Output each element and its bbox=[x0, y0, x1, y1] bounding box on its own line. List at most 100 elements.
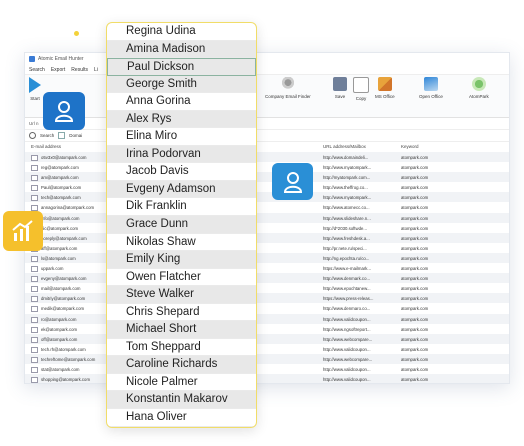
name-list-item[interactable]: Elina Miro bbox=[107, 128, 256, 146]
column-keyword[interactable]: Keyword bbox=[401, 144, 419, 149]
company-email-finder-button[interactable]: Company Email Finder bbox=[265, 77, 311, 99]
email-cell: stat@atompark.com bbox=[41, 366, 80, 372]
row-checkbox[interactable] bbox=[31, 276, 38, 283]
url-cell: http://www.epochtanew... bbox=[323, 286, 371, 292]
table-row[interactable]: uppark.com https://www.e-mailmark... atomp… bbox=[25, 263, 509, 273]
name-list-item[interactable]: Grace Dunn bbox=[107, 216, 256, 234]
ms-office-button[interactable]: MS Office bbox=[375, 77, 395, 99]
name-list-item[interactable]: Konstantin Makarov bbox=[107, 391, 256, 410]
table-row[interactable]: ek@atompark.com http://www.ngsoftreport..… bbox=[25, 324, 509, 334]
email-cell: info@atompark.com bbox=[41, 215, 80, 221]
atompark-icon bbox=[471, 77, 486, 91]
table-row[interactable]: annagorina@atompark.com http://www.atomec… bbox=[25, 202, 509, 212]
name-list-item[interactable]: Steve Walker bbox=[107, 286, 256, 304]
name-list-item[interactable]: Owen Flatcher bbox=[107, 269, 256, 287]
table-row[interactable]: noreply@atompark.com http://www.freshdesk… bbox=[25, 232, 509, 243]
table-row[interactable]: Paul@atompark.com http://www.theffrog.co.… bbox=[25, 182, 509, 192]
search-icon[interactable] bbox=[29, 132, 36, 139]
copy-button[interactable]: Copy bbox=[353, 77, 369, 101]
app-logo-icon bbox=[29, 56, 35, 62]
row-checkbox[interactable] bbox=[31, 366, 38, 373]
name-list-item[interactable]: Paul Dickson bbox=[107, 58, 256, 76]
table-row[interactable]: techreftome@atompark.com http://www.webco… bbox=[25, 353, 509, 364]
row-checkbox[interactable] bbox=[31, 377, 38, 383]
name-list-item[interactable]: Regina Udina bbox=[107, 23, 256, 41]
row-checkbox[interactable] bbox=[31, 266, 38, 273]
url-cell: http://www.validcoupon... bbox=[323, 366, 371, 372]
table-row[interactable]: medik@atompark.com http://www.denmaro.co.… bbox=[25, 303, 509, 313]
name-list-item[interactable]: Amina Madison bbox=[107, 40, 256, 59]
name-list-item[interactable]: Michael Short bbox=[107, 321, 256, 339]
name-list-item[interactable]: Irina Podorvan bbox=[107, 145, 256, 164]
row-checkbox[interactable] bbox=[31, 296, 38, 303]
table-row[interactable]: info@atompark.com http://www.slideshare.n… bbox=[25, 212, 509, 223]
row-checkbox[interactable] bbox=[31, 286, 38, 293]
user-badge-right bbox=[272, 163, 313, 200]
table-row[interactable]: off@atompark.com http://www.webcompare...… bbox=[25, 333, 509, 344]
domain-checkbox[interactable] bbox=[58, 132, 66, 139]
menu-export[interactable]: Export bbox=[51, 67, 65, 73]
table-row[interactable]: tech.rh@atompark.com http://www.validcoup… bbox=[25, 344, 509, 354]
table-row[interactable]: tech@atompark.com http://www.myatompark..… bbox=[25, 192, 509, 203]
table-row[interactable]: evgeny@atompark.com http://www.denmark.co… bbox=[25, 273, 509, 284]
menu-results[interactable]: Results bbox=[71, 67, 88, 73]
url-cell: http://myatompark.com... bbox=[323, 175, 371, 181]
table-row[interactable]: dic@atompark.com http://d*2030.softwde...… bbox=[25, 223, 509, 233]
name-list-item[interactable]: Alex Rys bbox=[107, 110, 256, 129]
table-row[interactable]: aff@atompark.com http://pr.nete.ru/speci.… bbox=[25, 243, 509, 253]
name-list-item[interactable]: Dik Franklin bbox=[107, 198, 256, 217]
atompark-button[interactable]: AtomPark bbox=[469, 77, 489, 99]
row-checkbox[interactable] bbox=[31, 356, 38, 363]
table-row[interactable]: shopping@atompark.com http://www.validcou… bbox=[25, 374, 509, 383]
name-list-item[interactable]: Anna Gorina bbox=[107, 93, 256, 111]
table-row[interactable]: ro@atompark.com http://www.validcoupon...… bbox=[25, 313, 509, 324]
name-list-item[interactable]: Evgeny Adamson bbox=[107, 180, 256, 199]
row-checkbox[interactable] bbox=[31, 255, 38, 262]
table-row[interactable]: ls@atompark.com http://ng.epochta.ru/co..… bbox=[25, 252, 509, 264]
menu-bar: Search Export Results Li bbox=[25, 65, 509, 75]
name-list-item[interactable]: Jacob Davis bbox=[107, 163, 256, 181]
name-list-item[interactable]: George Smith bbox=[107, 75, 256, 94]
row-checkbox[interactable] bbox=[31, 326, 38, 333]
row-checkbox[interactable] bbox=[31, 165, 38, 172]
table-row[interactable]: mail@atompark.com http://www.epochtanew..… bbox=[25, 283, 509, 293]
row-checkbox[interactable] bbox=[31, 185, 38, 192]
title-bar: Atomic Email Hunter bbox=[25, 53, 509, 65]
row-checkbox[interactable] bbox=[31, 195, 38, 202]
name-list-item[interactable]: Chris Shepard bbox=[107, 304, 256, 322]
keyword-cell: atompark.com bbox=[401, 215, 429, 221]
row-checkbox[interactable] bbox=[31, 175, 38, 182]
email-cell: ek@atompark.com bbox=[41, 326, 78, 332]
column-url[interactable]: URL address/Mailbox bbox=[323, 144, 366, 149]
table-row[interactable]: dmitriy@atompark.com https://www.press-re… bbox=[25, 293, 509, 304]
decor-dot-yellow bbox=[74, 31, 79, 36]
keyword-cell: atompark.com bbox=[401, 185, 429, 191]
app-title: Atomic Email Hunter bbox=[38, 56, 84, 62]
ms-office-icon bbox=[377, 77, 392, 91]
open-office-button[interactable]: Open Office bbox=[419, 77, 443, 99]
table-row[interactable]: reg@atompark.com http://www.myatompark...… bbox=[25, 162, 509, 172]
name-list-item[interactable]: Hana Oliver bbox=[107, 409, 256, 427]
row-checkbox[interactable] bbox=[31, 346, 38, 353]
row-checkbox[interactable] bbox=[31, 155, 38, 161]
table-row[interactable]: am@atompark.com http://myatompark.com... a… bbox=[25, 172, 509, 183]
row-checkbox[interactable] bbox=[31, 306, 38, 313]
table-row[interactable]: o5v3x0@atompark.com http://www.domaindeli… bbox=[25, 152, 509, 163]
save-button[interactable]: Save bbox=[333, 77, 347, 99]
row-checkbox[interactable] bbox=[31, 336, 38, 343]
menu-search[interactable]: Search bbox=[29, 67, 45, 73]
keyword-cell: atompark.com bbox=[401, 346, 429, 352]
name-list-item[interactable]: Nikolas Shaw bbox=[107, 234, 256, 252]
start-button[interactable]: Start bbox=[29, 77, 41, 101]
search-label[interactable]: Search bbox=[40, 133, 54, 138]
name-list-item[interactable]: Caroline Richards bbox=[107, 356, 256, 374]
url-cell: http://www.domaindeli... bbox=[323, 155, 369, 160]
row-checkbox[interactable] bbox=[31, 316, 38, 323]
table-row[interactable]: stat@atompark.com http://www.validcoupon.… bbox=[25, 364, 509, 374]
name-list-item[interactable]: Nicole Palmer bbox=[107, 374, 256, 392]
menu-li[interactable]: Li bbox=[94, 67, 98, 73]
column-email[interactable]: E-mail address bbox=[31, 144, 61, 149]
name-list-item[interactable]: Tom Sheppard bbox=[107, 339, 256, 357]
name-list-item[interactable]: Emily King bbox=[107, 251, 256, 269]
email-cell: aff@atompark.com bbox=[41, 245, 78, 251]
